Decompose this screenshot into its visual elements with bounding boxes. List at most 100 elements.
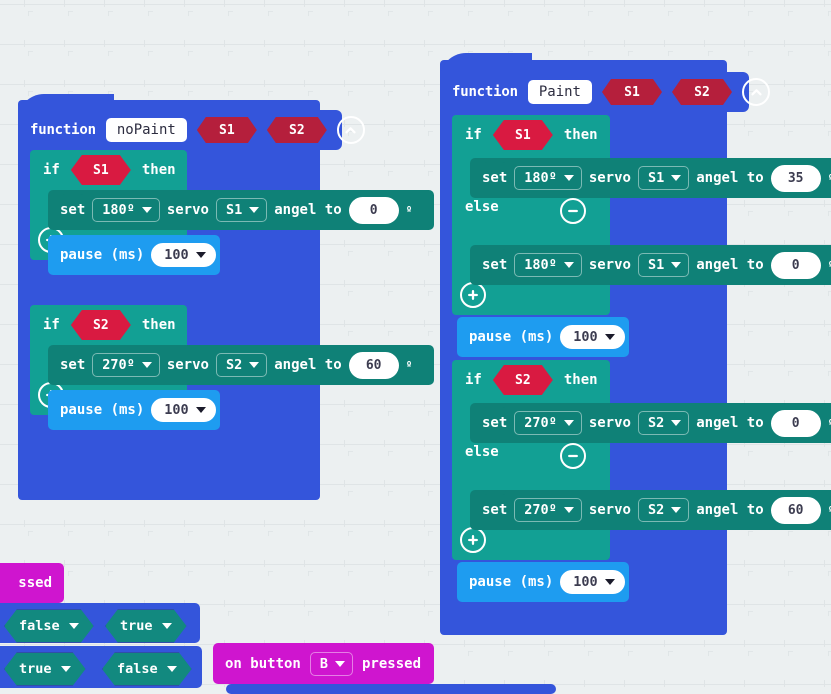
angle-value-field[interactable]: 0 bbox=[770, 251, 821, 279]
function-name-field[interactable]: Paint bbox=[527, 80, 592, 104]
pause-value-dropdown[interactable]: 100 bbox=[151, 243, 216, 267]
if-keyword-label: if bbox=[465, 372, 482, 388]
if-header-row[interactable]: if S2 then bbox=[452, 360, 623, 400]
pause-block-2[interactable]: pause (ms) 100 bbox=[48, 390, 220, 430]
pause-value-dropdown[interactable]: 100 bbox=[560, 325, 625, 349]
servo-pin-dropdown[interactable]: S2 bbox=[637, 498, 690, 522]
chevron-up-circle-icon[interactable] bbox=[742, 78, 770, 106]
if-condition-s2[interactable]: S2 bbox=[493, 365, 553, 395]
pause-value: 100 bbox=[164, 247, 189, 263]
servo-mode-value: 180º bbox=[524, 257, 557, 273]
chevron-up-circle-icon[interactable] bbox=[336, 116, 365, 144]
block-notch bbox=[61, 345, 84, 350]
else-keyword-label: else bbox=[465, 444, 499, 460]
servo-block-1[interactable]: set 180º servo S1 angel to 0 º bbox=[48, 190, 434, 230]
function-arg-s2[interactable]: S2 bbox=[267, 117, 327, 143]
servo-mode-dropdown[interactable]: 270º bbox=[514, 498, 582, 522]
angel-to-label: angel to bbox=[274, 202, 342, 218]
set-keyword-label: set bbox=[482, 257, 508, 273]
caret-down-icon bbox=[563, 507, 574, 513]
plus-circle-icon[interactable] bbox=[460, 527, 486, 553]
servo-block-6[interactable]: set 270º servo S2 angel to 60 º bbox=[470, 490, 831, 530]
button-select-value: B bbox=[319, 655, 328, 672]
pause-block-4[interactable]: pause (ms) 100 bbox=[457, 562, 629, 602]
caret-down-icon bbox=[604, 579, 615, 585]
function-header-noPaint[interactable]: function noPaint S1 S2 bbox=[18, 110, 365, 150]
servo-pin-dropdown[interactable]: S2 bbox=[215, 353, 268, 377]
bool-value: true bbox=[19, 661, 52, 677]
servo-pin-value: S2 bbox=[225, 357, 243, 373]
degree-symbol-label: º bbox=[405, 358, 413, 372]
servo-keyword-label: servo bbox=[166, 357, 209, 373]
if-condition-s1[interactable]: S1 bbox=[493, 120, 553, 150]
bool-row-container-1[interactable]: false true bbox=[0, 603, 200, 643]
angel-to-label: angel to bbox=[274, 357, 342, 373]
angle-value-field[interactable]: 35 bbox=[770, 164, 821, 192]
bool-row-container-2[interactable]: true false bbox=[0, 646, 202, 688]
angle-value-field[interactable]: 0 bbox=[770, 409, 821, 437]
if-header-row[interactable]: if S1 then bbox=[30, 150, 200, 190]
block-notch bbox=[483, 245, 506, 250]
on-button-b-pressed-block[interactable]: on button B pressed bbox=[213, 643, 434, 684]
minus-circle-icon[interactable] bbox=[560, 443, 586, 469]
function-arg-s1[interactable]: S1 bbox=[197, 117, 257, 143]
else-keyword-label: else bbox=[465, 199, 499, 215]
bool-dropdown-1b[interactable]: true bbox=[105, 609, 187, 643]
function-arg-s1[interactable]: S1 bbox=[602, 79, 662, 105]
bool-dropdown-1a[interactable]: false bbox=[4, 609, 94, 643]
pause-value: 100 bbox=[573, 329, 598, 345]
servo-mode-dropdown[interactable]: 270º bbox=[92, 353, 160, 377]
servo-mode-dropdown[interactable]: 180º bbox=[514, 166, 582, 190]
servo-mode-value: 270º bbox=[524, 502, 557, 518]
block-notch bbox=[470, 562, 493, 567]
servo-mode-dropdown[interactable]: 270º bbox=[514, 411, 582, 435]
servo-block-4[interactable]: set 180º servo S1 angel to 0 º bbox=[470, 245, 831, 285]
if-header-row[interactable]: if S1 then bbox=[452, 115, 623, 155]
servo-pin-dropdown[interactable]: S1 bbox=[637, 166, 690, 190]
caret-down-icon bbox=[61, 666, 71, 672]
function-arg-s2[interactable]: S2 bbox=[672, 79, 732, 105]
partial-event-block-left[interactable]: ssed bbox=[0, 563, 64, 603]
minus-circle-icon[interactable] bbox=[560, 198, 586, 224]
then-keyword-label: then bbox=[563, 127, 598, 143]
servo-block-2[interactable]: set 270º servo S2 angel to 60 º bbox=[48, 345, 434, 385]
servo-pin-dropdown[interactable]: S1 bbox=[637, 253, 690, 277]
caret-down-icon bbox=[141, 362, 152, 368]
servo-pin-value: S2 bbox=[647, 415, 665, 431]
pause-block-1[interactable]: pause (ms) 100 bbox=[48, 235, 220, 275]
servo-block-5[interactable]: set 270º servo S2 angel to 0 º bbox=[470, 403, 831, 443]
plus-circle-icon[interactable] bbox=[460, 282, 486, 308]
if-else-block-s2[interactable]: if S2 then else bbox=[452, 360, 610, 560]
servo-keyword-label: servo bbox=[588, 257, 631, 273]
function-name-field[interactable]: noPaint bbox=[105, 118, 187, 142]
pause-value: 100 bbox=[573, 574, 598, 590]
function-header-Paint[interactable]: function Paint S1 S2 bbox=[440, 72, 770, 112]
servo-mode-dropdown[interactable]: 180º bbox=[92, 198, 160, 222]
button-select-dropdown[interactable]: B bbox=[309, 651, 353, 676]
servo-pin-dropdown[interactable]: S2 bbox=[637, 411, 690, 435]
if-condition-s1[interactable]: S1 bbox=[71, 155, 131, 185]
servo-pin-value: S1 bbox=[647, 170, 665, 186]
bool-dropdown-2a[interactable]: true bbox=[4, 652, 86, 686]
then-keyword-label: then bbox=[141, 162, 176, 178]
set-keyword-label: set bbox=[60, 202, 86, 218]
servo-pin-dropdown[interactable]: S1 bbox=[215, 198, 268, 222]
servo-keyword-label: servo bbox=[588, 415, 631, 431]
servo-block-3[interactable]: set 180º servo S1 angel to 35 º bbox=[470, 158, 831, 198]
angel-to-label: angel to bbox=[696, 502, 764, 518]
pause-value-dropdown[interactable]: 100 bbox=[560, 570, 625, 594]
if-header-row[interactable]: if S2 then bbox=[30, 305, 200, 345]
bool-dropdown-2b[interactable]: false bbox=[102, 652, 192, 686]
caret-down-icon bbox=[335, 660, 345, 667]
if-condition-s2[interactable]: S2 bbox=[71, 310, 131, 340]
angle-value-field[interactable]: 60 bbox=[770, 496, 821, 524]
caret-down-icon bbox=[249, 207, 260, 213]
caret-down-icon bbox=[563, 262, 574, 268]
caret-down-icon bbox=[162, 623, 172, 629]
pause-value-dropdown[interactable]: 100 bbox=[151, 398, 216, 422]
servo-mode-dropdown[interactable]: 180º bbox=[514, 253, 582, 277]
angle-value-field[interactable]: 60 bbox=[348, 351, 399, 379]
angle-value-field[interactable]: 0 bbox=[348, 196, 399, 224]
if-else-block-s1[interactable]: if S1 then else bbox=[452, 115, 610, 315]
pause-block-3[interactable]: pause (ms) 100 bbox=[457, 317, 629, 357]
